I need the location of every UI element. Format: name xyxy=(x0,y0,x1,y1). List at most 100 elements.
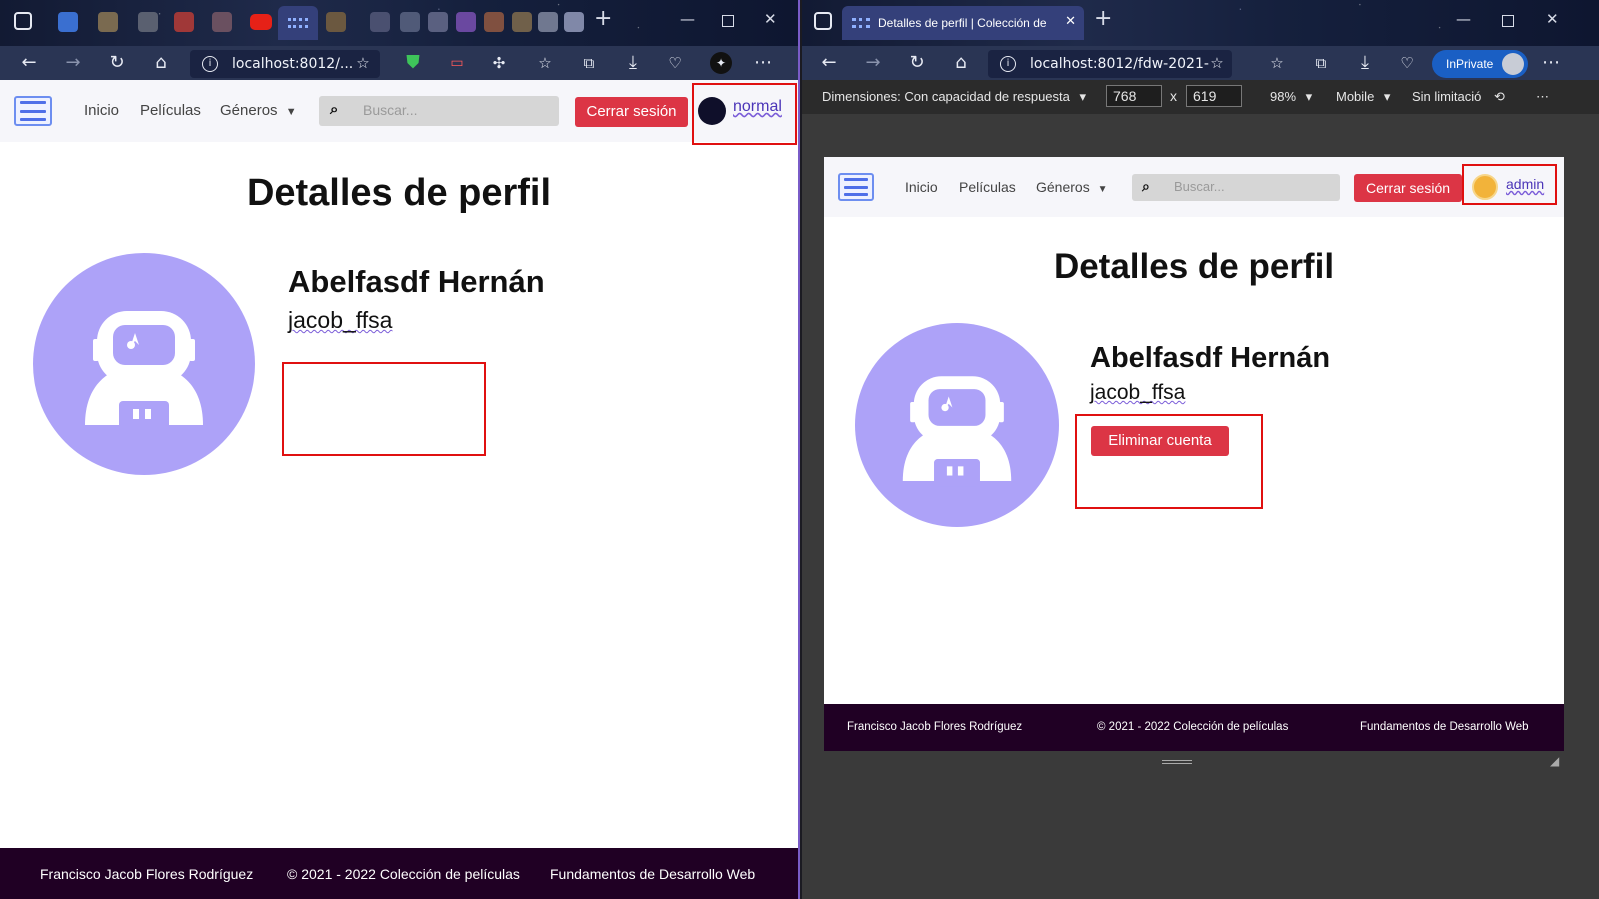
logout-button[interactable]: Cerrar sesión xyxy=(1354,174,1462,202)
height-input[interactable]: 619 xyxy=(1186,85,1242,107)
profile-icon xyxy=(1502,53,1524,75)
tab-favicon[interactable] xyxy=(212,12,232,32)
shield-extension-icon[interactable]: ⛊ xyxy=(402,52,424,74)
emulation-area: ◢ Inicio Películas Géneros ▼ ⌕ Buscar...… xyxy=(802,114,1599,899)
search-input[interactable]: ⌕ Buscar... xyxy=(319,96,559,126)
favorites-icon[interactable]: ☆ xyxy=(1266,52,1288,74)
close-tab-icon[interactable]: ✕ xyxy=(1065,14,1076,29)
tab-favicon[interactable] xyxy=(564,12,584,32)
footer-course: Fundamentos de Desarrollo Web xyxy=(550,866,756,882)
site-logo[interactable] xyxy=(14,96,52,126)
navbar: Inicio Películas Géneros ▼ ⌕ Buscar... C… xyxy=(824,157,1564,217)
nav-inicio[interactable]: Inicio xyxy=(905,179,938,195)
throttle-dropdown[interactable]: Sin limitació xyxy=(1412,89,1481,104)
tab-favicon[interactable] xyxy=(370,12,390,32)
profile-icon[interactable]: ✦ xyxy=(710,52,732,74)
site-favicon xyxy=(852,18,870,28)
more-menu-icon[interactable]: ⋯ xyxy=(752,52,774,74)
nav-generos-dropdown[interactable]: Géneros ▼ xyxy=(1036,179,1108,195)
annotation-highlight-empty-area xyxy=(282,362,486,456)
refresh-icon[interactable]: ↻ xyxy=(906,52,928,74)
favorites-icon[interactable]: ☆ xyxy=(534,52,556,74)
tab-strip: + — ✕ xyxy=(0,0,798,46)
rotate-icon[interactable]: ⟲ xyxy=(1494,89,1505,105)
minimize-icon[interactable]: — xyxy=(1456,10,1471,28)
tab-favicon[interactable] xyxy=(428,12,448,32)
footer-copyright: © 2021 - 2022 Colección de películas xyxy=(1097,721,1289,733)
nav-generos-dropdown[interactable]: Géneros ▼ xyxy=(220,102,297,119)
active-tab[interactable] xyxy=(278,6,318,40)
active-tab[interactable]: Detalles de perfil | Colección de ✕ xyxy=(842,6,1084,40)
logout-button[interactable]: Cerrar sesión xyxy=(575,97,688,127)
favorite-add-icon[interactable]: ☆ xyxy=(352,52,374,74)
favorite-add-icon[interactable]: ☆ xyxy=(1206,52,1228,74)
devtools-more-icon[interactable]: ⋯ xyxy=(1536,89,1549,105)
site-info-icon[interactable]: i xyxy=(1000,56,1016,72)
url-text: localhost:8012/... xyxy=(232,56,354,72)
nav-inicio[interactable]: Inicio xyxy=(84,102,119,119)
home-icon[interactable]: ⌂ xyxy=(950,52,972,74)
more-menu-icon[interactable]: ⋯ xyxy=(1540,52,1562,74)
footer-course: Fundamentos de Desarrollo Web xyxy=(1360,721,1529,733)
close-window-icon[interactable]: ✕ xyxy=(764,10,777,28)
site-logo[interactable] xyxy=(838,173,874,201)
tab-actions-icon[interactable] xyxy=(14,12,32,30)
tab-favicon[interactable] xyxy=(400,12,420,32)
tab-favicon[interactable] xyxy=(174,12,194,32)
tab-favicon[interactable] xyxy=(512,12,532,32)
refresh-icon[interactable]: ↻ xyxy=(106,52,128,74)
collections-icon[interactable]: ⧉ xyxy=(1310,52,1332,74)
resize-handle-bottom[interactable] xyxy=(1162,760,1192,764)
maximize-icon[interactable] xyxy=(1502,15,1514,27)
tab-favicon[interactable] xyxy=(538,12,558,32)
tab-favicon[interactable] xyxy=(138,12,158,32)
tab-favicon[interactable] xyxy=(326,12,346,32)
browser-essentials-icon[interactable]: ♡ xyxy=(664,52,686,74)
home-icon[interactable]: ⌂ xyxy=(150,52,172,74)
tab-actions-icon[interactable] xyxy=(814,12,832,30)
tab-favicon[interactable] xyxy=(484,12,504,32)
nav-generos-label: Géneros xyxy=(1036,179,1090,195)
nav-peliculas[interactable]: Películas xyxy=(959,179,1016,195)
address-bar[interactable]: i localhost:8012/fdw-2021-20... xyxy=(988,50,1232,100)
site-info-icon[interactable]: i xyxy=(202,56,218,72)
close-window-icon[interactable]: ✕ xyxy=(1546,10,1559,28)
back-icon[interactable]: ← xyxy=(18,52,40,74)
resize-corner-icon[interactable]: ◢ xyxy=(1550,754,1559,768)
forward-icon[interactable]: → xyxy=(62,52,84,74)
new-tab-icon[interactable]: + xyxy=(594,6,612,31)
downloads-icon[interactable]: ⤓ xyxy=(622,52,644,74)
downloads-icon[interactable]: ⤓ xyxy=(1354,52,1376,74)
width-input[interactable]: 768 xyxy=(1106,85,1162,107)
inprivate-badge[interactable]: InPrivate xyxy=(1432,50,1528,78)
page-title: Detalles de perfil xyxy=(1053,247,1335,286)
nav-peliculas[interactable]: Películas xyxy=(140,102,201,119)
profile-full-name: Abelfasdf Hernán xyxy=(1090,342,1331,374)
new-tab-icon[interactable]: + xyxy=(1094,6,1112,31)
dimension-separator: x xyxy=(1170,88,1177,104)
tab-favicon[interactable] xyxy=(456,12,476,32)
profile-avatar xyxy=(33,253,255,475)
device-emulation-toolbar: Dimensiones: Con capacidad de respuesta … xyxy=(802,80,1599,114)
footer-author: Francisco Jacob Flores Rodríguez xyxy=(40,866,254,882)
dropdown-caret-icon: ▾ xyxy=(1383,89,1391,104)
address-toolbar: ← → ↻ ⌂ i localhost:8012/... ☆ ⛊ ▭ ✣ ☆ ⧉… xyxy=(0,46,798,80)
tab-favicon[interactable] xyxy=(58,12,78,32)
collections-icon[interactable]: ⧉ xyxy=(578,52,600,74)
navbar: Inicio Películas Géneros ▼ ⌕ Buscar... C… xyxy=(0,80,798,142)
puzzle-extensions-icon[interactable]: ✣ xyxy=(488,52,510,74)
forward-icon[interactable]: → xyxy=(862,52,884,74)
maximize-icon[interactable] xyxy=(722,15,734,27)
extension-icon[interactable]: ▭ xyxy=(446,52,468,74)
dimensions-dropdown[interactable]: Dimensiones: Con capacidad de respuesta … xyxy=(822,89,1086,105)
search-icon: ⌕ xyxy=(1142,178,1150,194)
device-type-dropdown[interactable]: Mobile ▾ xyxy=(1336,89,1390,105)
zoom-dropdown[interactable]: 98% ▾ xyxy=(1270,89,1312,105)
youtube-tab-icon[interactable] xyxy=(250,14,272,30)
search-input[interactable]: ⌕ Buscar... xyxy=(1132,174,1340,201)
browser-essentials-icon[interactable]: ♡ xyxy=(1396,52,1418,74)
minimize-icon[interactable]: — xyxy=(680,10,695,28)
profile-full-name: Abelfasdf Hernán xyxy=(288,264,545,299)
tab-favicon[interactable] xyxy=(98,12,118,32)
back-icon[interactable]: ← xyxy=(818,52,840,74)
